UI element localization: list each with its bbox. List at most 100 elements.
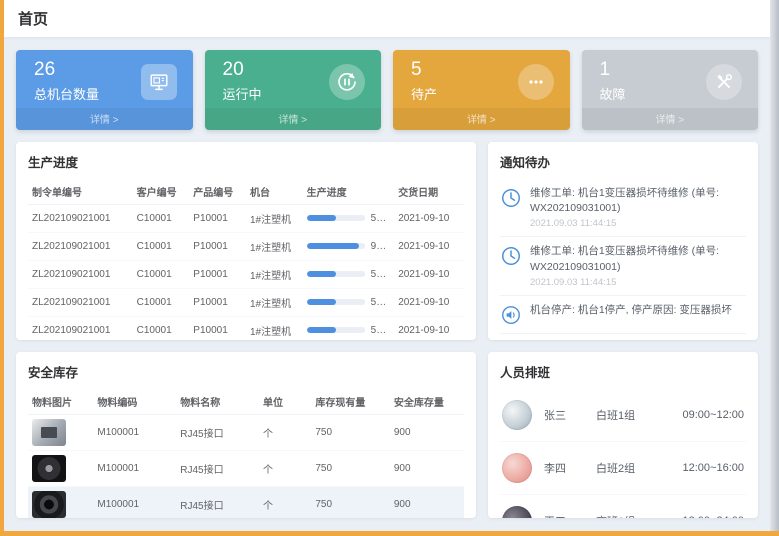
cell-material-image — [28, 451, 93, 487]
col-material-name: 物料名称 — [176, 389, 259, 415]
cell-progress: 50% — [303, 289, 395, 317]
panel-title-production: 生产进度 — [28, 152, 464, 171]
col-delivery: 交货日期 — [394, 179, 464, 205]
machine-icon — [141, 64, 177, 100]
production-table-header: 制令单编号 客户编号 产品编号 机台 生产进度 交货日期 — [28, 179, 464, 205]
avatar — [502, 506, 532, 518]
cell-machine: 1#注塑机 — [246, 289, 303, 317]
progress-bar-fill — [307, 327, 336, 333]
cell-unit: 个 — [259, 451, 311, 487]
production-row[interactable]: ZL202109021001 C10001 P10001 1#注塑机 90% 2… — [28, 233, 464, 261]
col-order-no: 制令单编号 — [28, 179, 133, 205]
cell-customer-no: C10001 — [133, 289, 190, 317]
schedule-row: 李四 白班2组 12:00~16:00 — [500, 441, 746, 494]
notification-body: 维修工单: 机台1变压器损坏待维修 (单号: WX202109031001) 2… — [530, 244, 746, 287]
cell-unit: 个 — [259, 415, 311, 451]
person-name: 李四 — [544, 460, 596, 476]
schedule-row: 王五 夜班1组 18:00~24:00 — [500, 494, 746, 518]
cell-delivery: 2021-09-10 — [394, 233, 464, 261]
panel-title-notifications: 通知待办 — [500, 152, 746, 171]
running-cycle-icon — [329, 64, 365, 100]
production-table: 制令单编号 客户编号 产品编号 机台 生产进度 交货日期 ZL202109021 — [28, 179, 464, 340]
notification-item[interactable]: 机台停产: 机台1停产, 停产原因: 变压器损坏 — [500, 295, 746, 333]
progress-bar — [307, 299, 365, 305]
notification-text: 维修工单: 机台1变压器损坏待维修 (单号: WX202109031001) — [530, 186, 746, 216]
notification-item[interactable]: 计划暂停: 机台1生产计划已暂停 2021.09.03 11:44:15 — [500, 333, 746, 340]
clock-icon — [500, 245, 522, 267]
cell-material-name: RJ45接口 — [176, 487, 259, 519]
schedule-list: 张三 白班1组 09:00~12:00 李四 白班2组 12:00~16:00 — [500, 389, 746, 518]
cell-machine: 1#注塑机 — [246, 261, 303, 289]
shift-label: 夜班1组 — [596, 513, 670, 518]
cell-order-no: ZL202109021001 — [28, 261, 133, 289]
cell-delivery: 2021-09-10 — [394, 317, 464, 341]
cell-delivery: 2021-09-10 — [394, 205, 464, 233]
progress-bar-fill — [307, 299, 336, 305]
col-progress: 生产进度 — [303, 179, 395, 205]
cell-delivery: 2021-09-10 — [394, 289, 464, 317]
inventory-row[interactable]: M100001 RJ45接口 个 750 900 — [28, 415, 464, 451]
detail-link[interactable]: 详情 > — [16, 108, 193, 130]
notification-icon — [500, 304, 522, 326]
col-customer-no: 客户编号 — [133, 179, 190, 205]
inventory-table: 物料图片 物料编码 物料名称 单位 库存现有量 安全库存量 — [28, 389, 464, 518]
production-row[interactable]: ZL202109021001 C10001 P10001 1#注塑机 50% 2… — [28, 317, 464, 341]
cell-material-image — [28, 487, 93, 519]
cell-material-name: RJ45接口 — [176, 415, 259, 451]
cell-customer-no: C10001 — [133, 233, 190, 261]
inventory-row[interactable]: M100001 RJ45接口 个 750 900 — [28, 487, 464, 519]
cell-unit: 个 — [259, 487, 311, 519]
detail-link[interactable]: 详情 > — [393, 108, 570, 130]
cell-progress: 50% — [303, 261, 395, 289]
progress-bar — [307, 271, 365, 277]
tools-icon — [706, 64, 742, 100]
cell-product-no: P10001 — [189, 261, 246, 289]
production-row[interactable]: ZL202109021001 C10001 P10001 1#注塑机 50% 2… — [28, 261, 464, 289]
personnel-schedule-panel: 人员排班 张三 白班1组 09:00~12:00 李四 — [488, 352, 758, 518]
window-accent-left — [0, 0, 4, 536]
stat-card-fault[interactable]: 1 故障 详情 > — [582, 50, 759, 130]
progress-label: 90% — [371, 241, 391, 252]
col-unit: 单位 — [259, 389, 311, 415]
shift-time: 12:00~16:00 — [683, 462, 744, 474]
cell-order-no: ZL202109021001 — [28, 289, 133, 317]
stat-card-total-machines[interactable]: 26 总机台数量 详情 > — [16, 50, 193, 130]
stat-card-running[interactable]: 20 运行中 详情 > — [205, 50, 382, 130]
speaker-icon — [500, 304, 522, 326]
notification-item[interactable]: 维修工单: 机台1变压器损坏待维修 (单号: WX202109031001) 2… — [500, 179, 746, 236]
col-current-stock: 库存现有量 — [311, 389, 389, 415]
safety-stock-panel: 安全库存 物料图片 物料编码 物料名称 单位 库存现有量 安全库存量 — [16, 352, 476, 518]
cell-safety-stock: 900 — [390, 415, 464, 451]
col-material-image: 物料图片 — [28, 389, 93, 415]
shift-label: 白班2组 — [596, 460, 670, 476]
cell-current-stock: 750 — [311, 415, 389, 451]
cell-order-no: ZL202109021001 — [28, 317, 133, 341]
scrollbar[interactable] — [770, 0, 779, 536]
clock-icon — [500, 187, 522, 209]
cell-machine: 1#注塑机 — [246, 233, 303, 261]
cell-progress: 90% — [303, 233, 395, 261]
cell-current-stock: 750 — [311, 487, 389, 519]
app-shell: 首页 26 总机台数量 — [4, 0, 770, 531]
cell-current-stock: 750 — [311, 451, 389, 487]
schedule-row: 张三 白班1组 09:00~12:00 — [500, 389, 746, 441]
cell-safety-stock: 900 — [390, 451, 464, 487]
person-name: 王五 — [544, 513, 596, 518]
notification-item[interactable]: 维修工单: 机台1变压器损坏待维修 (单号: WX202109031001) 2… — [500, 236, 746, 294]
production-row[interactable]: ZL202109021001 C10001 P10001 1#注塑机 50% 2… — [28, 289, 464, 317]
progress-bar-fill — [307, 215, 336, 221]
col-safety-stock: 安全库存量 — [390, 389, 464, 415]
notification-list: 维修工单: 机台1变压器损坏待维修 (单号: WX202109031001) 2… — [500, 179, 746, 340]
page-title: 首页 — [18, 8, 48, 29]
detail-link[interactable]: 详情 > — [205, 108, 382, 130]
notification-icon — [500, 245, 522, 267]
inventory-row[interactable]: M100001 RJ45接口 个 750 900 — [28, 451, 464, 487]
stat-card-waiting[interactable]: 5 待产 详情 > — [393, 50, 570, 130]
col-material-code: 物料编码 — [93, 389, 176, 415]
cell-product-no: P10001 — [189, 205, 246, 233]
cell-machine: 1#注塑机 — [246, 317, 303, 341]
progress-bar — [307, 327, 365, 333]
production-row[interactable]: ZL202109021001 C10001 P10001 1#注塑机 50% 2… — [28, 205, 464, 233]
detail-link[interactable]: 详情 > — [582, 108, 759, 130]
panel-title-schedule: 人员排班 — [500, 362, 746, 381]
